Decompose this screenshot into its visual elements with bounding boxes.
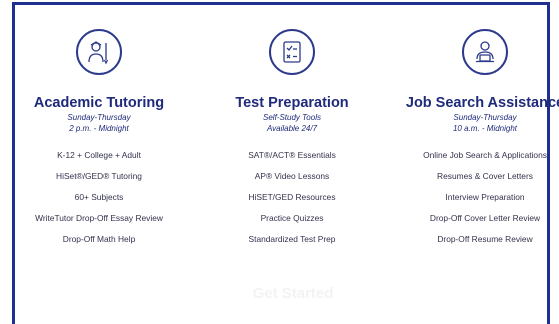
list-item: Standardized Test Prep [248,234,336,244]
list-item: Resumes & Cover Letters [437,171,533,181]
test-preparation-column: Test Preparation Self-Study Tools Availa… [211,29,373,250]
hours-line: Sunday-Thursday [453,113,517,122]
column-title: Job Search Assistance [405,95,559,111]
column-title: Test Preparation [235,95,349,111]
hours-line: Available 24/7 [266,124,318,133]
hours-line: 10 a.m. - Midnight [452,124,518,133]
list-item: HiSET/GED Resources [248,192,336,202]
list-item: Drop-Off Resume Review [437,234,533,244]
list-item: 60+ Subjects [74,192,124,202]
list-item: AP® Video Lessons [254,171,330,181]
get-started-button[interactable]: Get Started [243,282,343,304]
column-title: Academic Tutoring [33,95,165,111]
list-item: Online Job Search & Applications [423,150,547,160]
job-seeker-icon [462,29,508,75]
list-item: WriteTutor Drop-Off Essay Review [35,213,163,223]
list-item: Drop-Off Cover Letter Review [429,213,541,223]
list-item: Drop-Off Math Help [62,234,136,244]
list-item: K-12 + College + Adult [57,150,141,160]
job-search-column: Job Search Assistance Sunday-Thursday 10… [399,29,559,250]
list-item: Practice Quizzes [260,213,324,223]
hours-line: Sunday-Thursday [67,113,131,122]
services-panel: Academic Tutoring Sunday-Thursday 2 p.m.… [12,2,559,324]
list-item: Interview Preparation [445,192,525,202]
tutor-icon [76,29,122,75]
hours-line: Self-Study Tools [263,113,321,122]
list-item: SAT®/ACT® Essentials [248,150,336,160]
hours-line: 2 p.m. - Midnight [69,124,129,133]
list-item: HiSet®/GED® Tutoring [56,171,142,181]
academic-tutoring-column: Academic Tutoring Sunday-Thursday 2 p.m.… [15,29,183,250]
test-document-icon [269,29,315,75]
